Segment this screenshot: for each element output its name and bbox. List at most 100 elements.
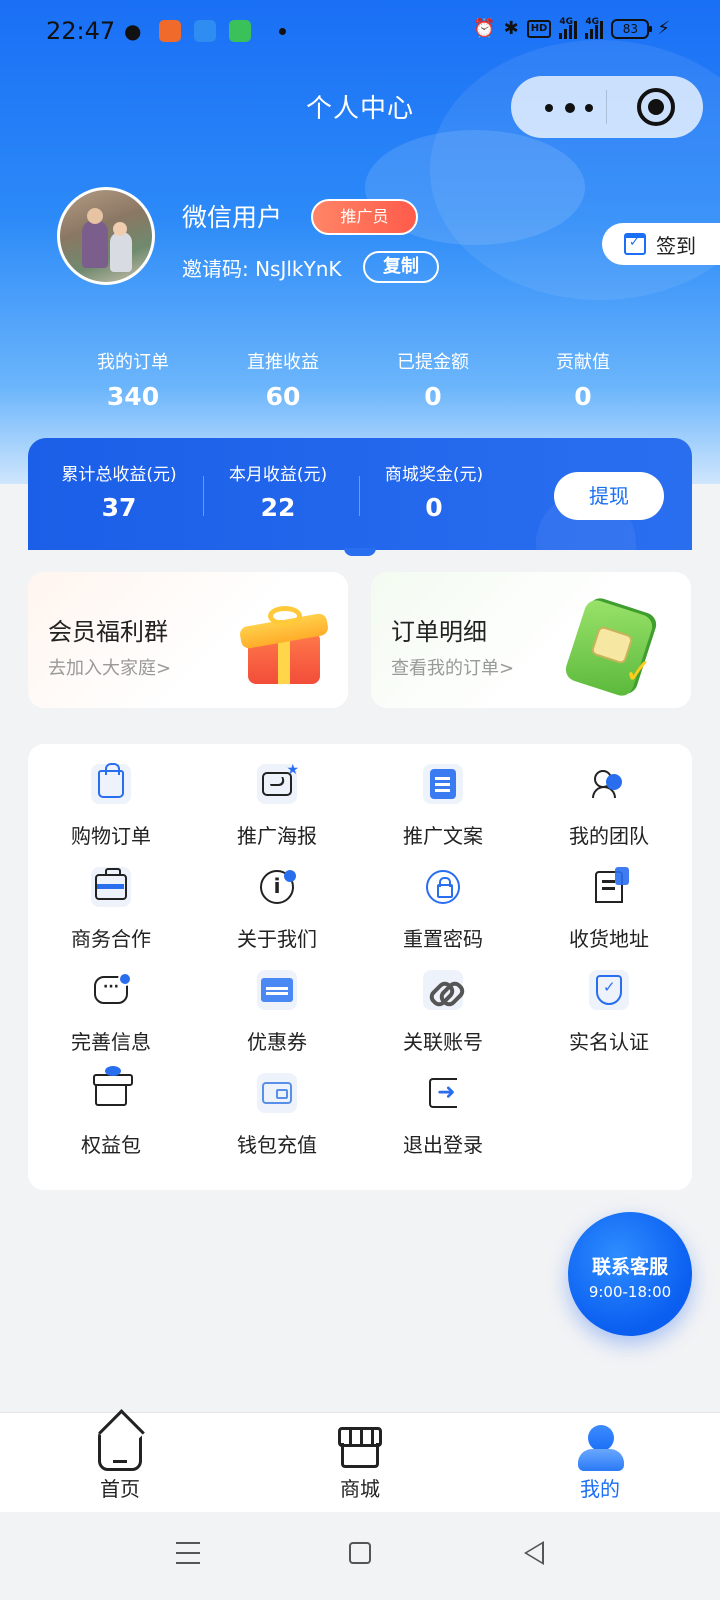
link-icon: [426, 973, 460, 1007]
menu-item-label: 退出登录: [403, 1133, 483, 1157]
capsule-divider: [606, 90, 607, 124]
invite-code: 邀请码: NsJlkYnK: [182, 257, 342, 281]
earnings-mall-bonus: 商城奖金(元) 0: [359, 460, 509, 522]
tab-shop[interactable]: 商城: [240, 1413, 480, 1513]
menu-item-label: 完善信息: [71, 1030, 151, 1054]
menu-item-shopping-orders[interactable]: 购物订单: [28, 744, 194, 848]
menu-item-coupons[interactable]: 优惠券: [194, 950, 360, 1054]
member-group-card[interactable]: 会员福利群 去加入大家庭>: [28, 572, 348, 708]
stat-withdrawn[interactable]: 已提金额 0: [358, 348, 508, 411]
tab-label: 我的: [580, 1477, 620, 1501]
status-indicators: ⏰ ✱ HD 4G 4G 83 ⚡: [473, 17, 670, 40]
stat-value: 340: [106, 382, 160, 411]
system-navigation-bar: [0, 1512, 720, 1600]
wechat-icon: ●: [124, 19, 142, 43]
menu-item-promo-copy[interactable]: 推广文案: [360, 744, 526, 848]
stat-contribution[interactable]: 贡献值 0: [508, 348, 658, 411]
app-notification-icon: [194, 20, 216, 42]
signal-icon: 4G: [559, 17, 578, 39]
status-bar: 22:47 ● ⏰ ✱ HD 4G 4G 83 ⚡: [0, 0, 720, 64]
menu-item-complete-info[interactable]: ··· 完善信息: [28, 950, 194, 1054]
stats-row: 我的订单 340 直推收益 60 已提金额 0 贡献值 0: [58, 348, 658, 411]
menu-item-benefits-pack[interactable]: 权益包: [28, 1053, 194, 1157]
menu-item-my-team[interactable]: 我的团队: [526, 744, 692, 848]
calendar-check-icon: [624, 233, 646, 255]
promo-title: 订单明细: [391, 618, 487, 646]
menu-item-wallet-topup[interactable]: 钱包充值: [194, 1053, 360, 1157]
bluetooth-icon: ✱: [503, 18, 519, 39]
stat-direct-earnings[interactable]: 直推收益 60: [208, 348, 358, 411]
menu-item-label: 关联账号: [403, 1030, 483, 1054]
earnings-total: 累计总收益(元) 37: [44, 460, 194, 522]
info-icon: i: [260, 870, 296, 904]
tab-home[interactable]: 首页: [0, 1413, 240, 1513]
earnings-card-notch: [344, 548, 376, 556]
battery-icon: 83: [611, 18, 653, 39]
recent-apps-icon[interactable]: [176, 1542, 200, 1564]
app-notification-icon: [229, 20, 251, 42]
menu-item-promo-poster[interactable]: 推广海报: [194, 744, 360, 848]
promo-subtitle: 查看我的订单>: [391, 658, 515, 679]
gift-box-illustration-icon: [238, 602, 330, 686]
menu-item-label: 购物订单: [71, 824, 151, 848]
avatar[interactable]: [57, 187, 155, 285]
home-square-icon[interactable]: [349, 1542, 371, 1564]
tab-label: 商城: [340, 1477, 380, 1501]
close-miniprogram-icon[interactable]: [637, 88, 675, 126]
charging-icon: ⚡: [657, 18, 670, 39]
home-icon: [98, 1427, 142, 1471]
menu-item-business[interactable]: 商务合作: [28, 847, 194, 951]
profile-icon: [578, 1425, 624, 1471]
more-options-icon[interactable]: [539, 92, 599, 122]
poster-envelope-icon: [262, 762, 299, 796]
role-badge: 推广员: [311, 199, 418, 235]
earnings-value: 0: [425, 493, 443, 522]
menu-item-reset-password[interactable]: 重置密码: [360, 847, 526, 951]
service-title: 联系客服: [591, 1256, 668, 1278]
more-notifications-dot: [279, 28, 286, 35]
earnings-label: 本月收益(元): [228, 465, 328, 485]
signin-label: 签到: [656, 233, 696, 258]
username: 微信用户: [182, 203, 283, 232]
menu-item-label: 优惠券: [247, 1030, 307, 1054]
tab-label: 首页: [100, 1477, 140, 1501]
menu-item-label: 商务合作: [71, 927, 151, 951]
menu-item-real-name-auth[interactable]: 实名认证: [526, 950, 692, 1054]
menu-item-label: 实名认证: [569, 1030, 649, 1054]
earnings-label: 累计总收益(元): [61, 465, 177, 485]
menu-item-label: 重置密码: [403, 927, 483, 951]
sim-card-illustration-icon: ✓: [562, 595, 664, 699]
stat-my-orders[interactable]: 我的订单 340: [58, 348, 208, 411]
menu-item-label: 钱包充值: [237, 1133, 317, 1157]
back-icon[interactable]: [524, 1541, 544, 1565]
contact-service-button[interactable]: 联系客服 9:00-18:00: [568, 1212, 692, 1336]
shopping-bag-icon: [98, 763, 124, 798]
menu-item-shipping-address[interactable]: 收货地址: [526, 847, 692, 951]
wallet-icon: [262, 1082, 292, 1104]
stat-label: 贡献值: [556, 352, 610, 373]
tab-mine[interactable]: 我的: [480, 1413, 720, 1513]
document-icon: [430, 769, 456, 799]
menu-item-label: 我的团队: [569, 824, 649, 848]
stat-label: 我的订单: [97, 352, 169, 373]
promo-subtitle: 去加入大家庭>: [48, 658, 172, 679]
stat-value: 60: [265, 382, 301, 411]
earnings-value: 22: [260, 493, 296, 522]
miniprogram-capsule: [511, 76, 703, 138]
team-icon: [592, 768, 626, 800]
earnings-label: 商城奖金(元): [384, 465, 484, 485]
promo-title: 会员福利群: [48, 618, 168, 646]
menu-item-logout[interactable]: 退出登录: [360, 1053, 526, 1157]
shop-icon: [338, 1427, 382, 1469]
stat-label: 已提金额: [397, 352, 469, 373]
stat-value: 0: [424, 382, 442, 411]
receipt-icon: [595, 867, 629, 903]
gift-box-icon: [93, 1066, 133, 1106]
copy-button[interactable]: 复制: [363, 251, 439, 283]
menu-item-linked-accounts[interactable]: 关联账号: [360, 950, 526, 1054]
menu-item-about-us[interactable]: i 关于我们: [194, 847, 360, 951]
lock-reset-icon: [426, 870, 460, 904]
withdraw-button[interactable]: 提现: [554, 472, 664, 520]
signin-button[interactable]: 签到: [602, 223, 720, 265]
stat-label: 直推收益: [247, 352, 319, 373]
